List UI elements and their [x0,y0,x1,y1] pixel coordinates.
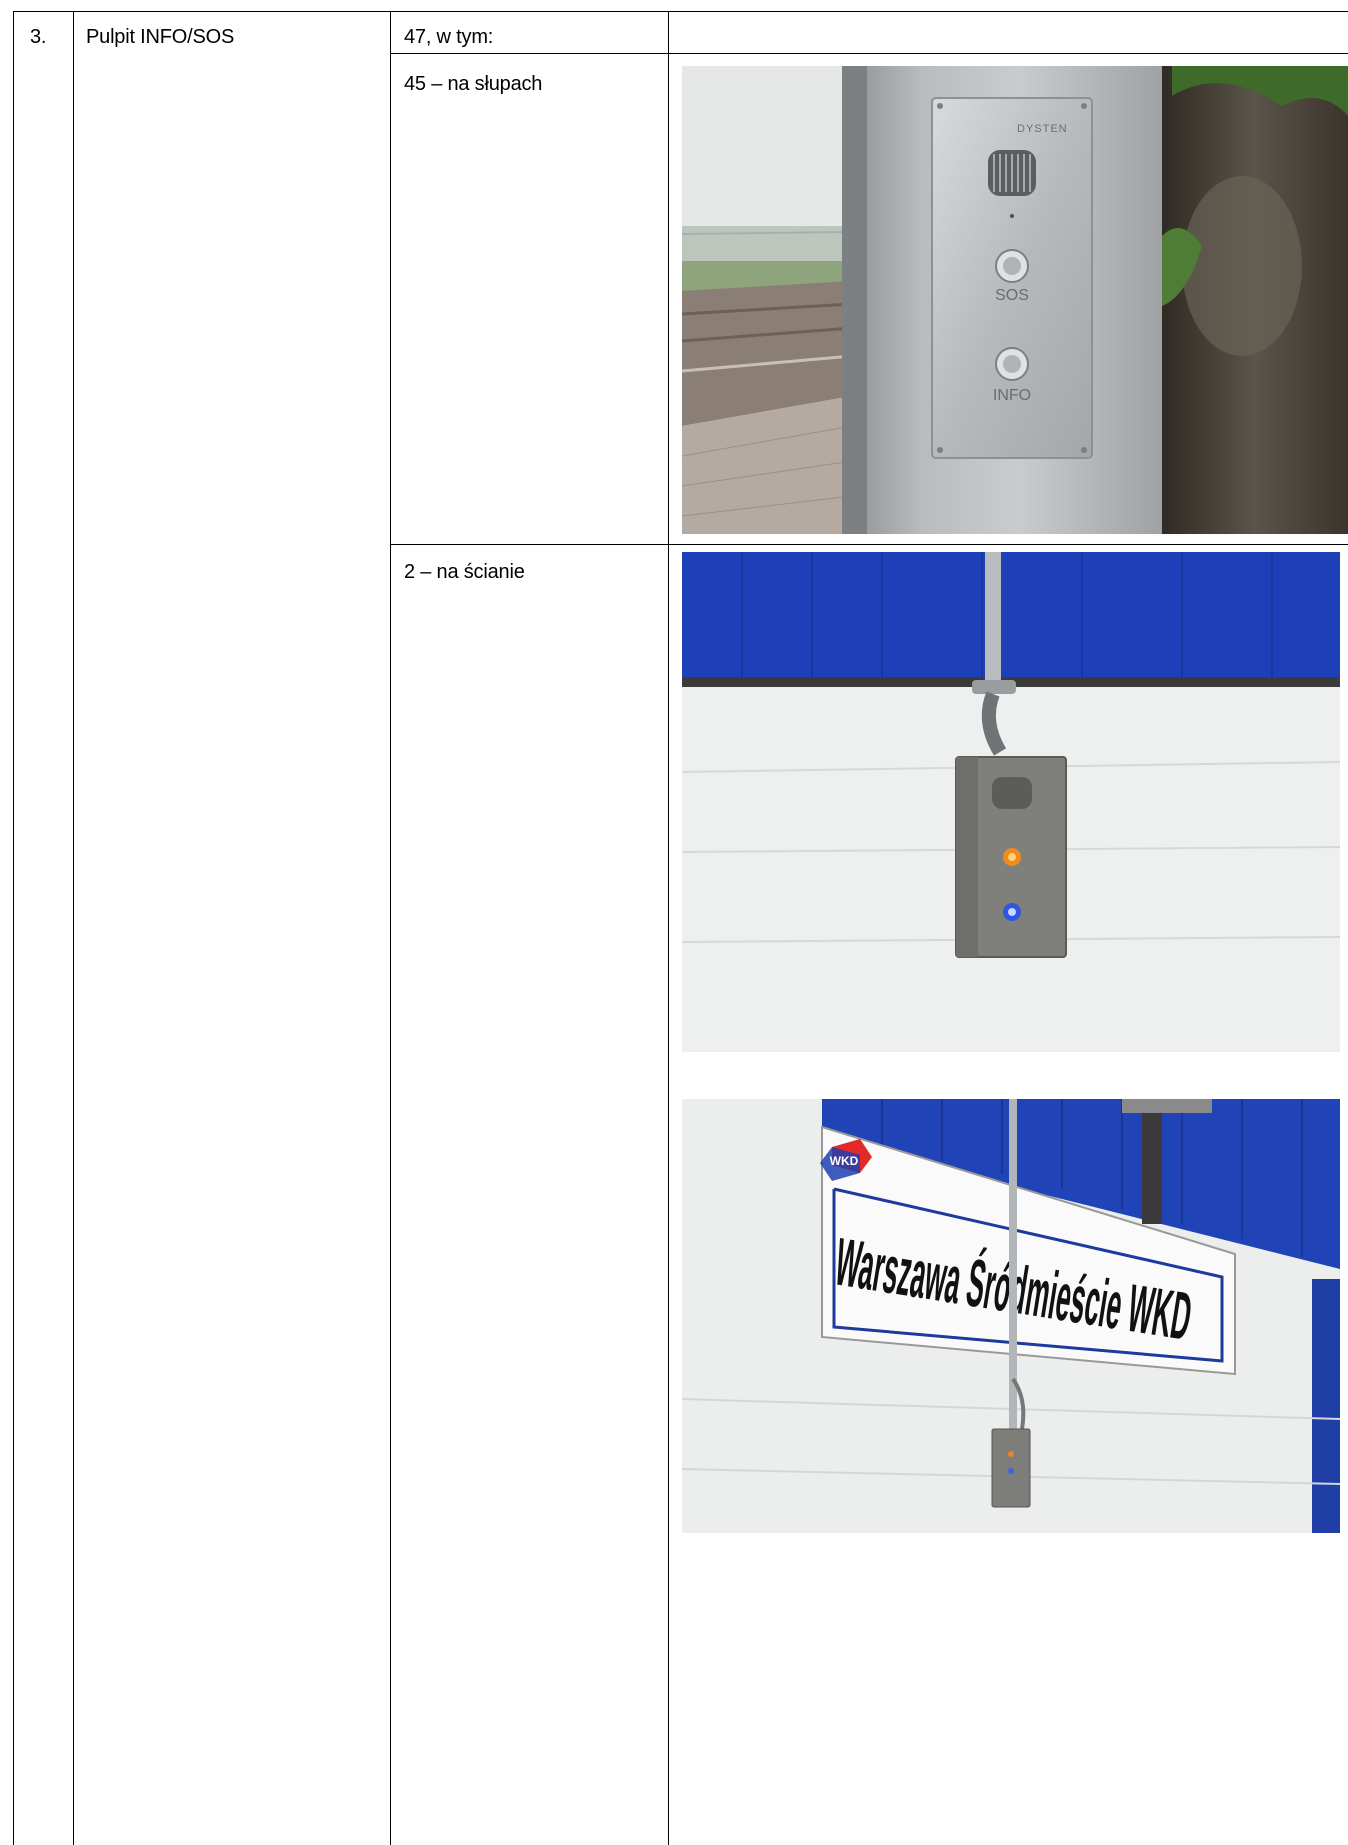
intercom-brand: DYSTEN [1017,123,1068,135]
pole-mounted-count: 45 – na słupach [404,73,543,95]
row-divider-1 [390,53,1348,54]
column-divider-3 [668,11,669,1845]
info-label: INFO [993,387,1031,404]
sos-label: SOS [995,287,1029,304]
wall-speaker-grille-icon [992,777,1032,809]
sos-light-icon [1003,848,1021,866]
wall-intercom-photo [682,552,1340,1052]
table-border-left [13,11,14,1845]
column-divider-1 [73,11,74,1845]
wall-mounted-count: 2 – na ścianie [404,561,525,583]
speaker-grille-icon [988,150,1036,196]
row-number: 3. [30,26,47,48]
info-button-icon [995,347,1029,381]
station-sign-photo: WKD Warszawa Śródmieście WKD [682,1099,1340,1533]
table-border-top [13,11,1348,12]
column-divider-2 [390,11,391,1845]
total-count: 47, w tym: [404,26,494,48]
svg-text:WKD: WKD [830,1154,859,1168]
row-divider-2 [390,544,1348,545]
pole-intercom-photo: DYSTEN SOS INFO [682,66,1348,534]
info-light-icon [1003,903,1021,921]
item-name: Pulpit INFO/SOS [86,26,235,48]
sos-button-icon [995,249,1029,283]
